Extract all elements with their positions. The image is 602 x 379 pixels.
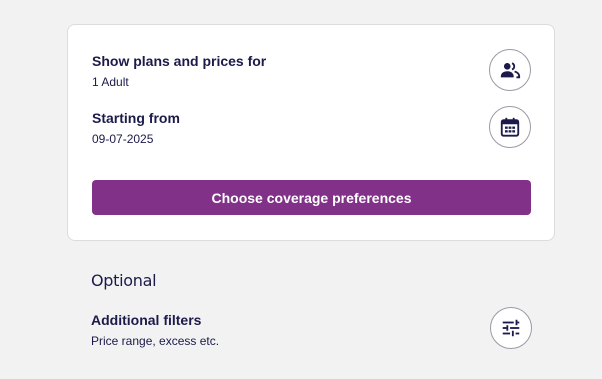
sliders-icon (502, 319, 520, 337)
start-row: Starting from 09-07-2025 (92, 109, 180, 147)
plans-title: Show plans and prices for (92, 53, 267, 69)
calendar-icon (500, 117, 520, 137)
calendar-button[interactable] (489, 106, 531, 148)
people-icon (500, 62, 521, 79)
people-button[interactable] (489, 49, 531, 91)
choose-coverage-button[interactable]: Choose coverage preferences (92, 180, 531, 215)
optional-heading: Optional (91, 271, 157, 290)
coverage-card: Show plans and prices for 1 Adult Starti… (67, 24, 555, 241)
filters-button[interactable] (490, 307, 532, 349)
plans-row: Show plans and prices for 1 Adult (92, 52, 266, 90)
start-value: 09-07-2025 (92, 132, 154, 146)
filters-title: Additional filters (91, 312, 202, 328)
plans-value: 1 Adult (92, 75, 129, 89)
filters-row: Additional filters Price range, excess e… (91, 311, 219, 349)
start-title: Starting from (92, 110, 180, 126)
filters-subtitle: Price range, excess etc. (91, 334, 220, 348)
